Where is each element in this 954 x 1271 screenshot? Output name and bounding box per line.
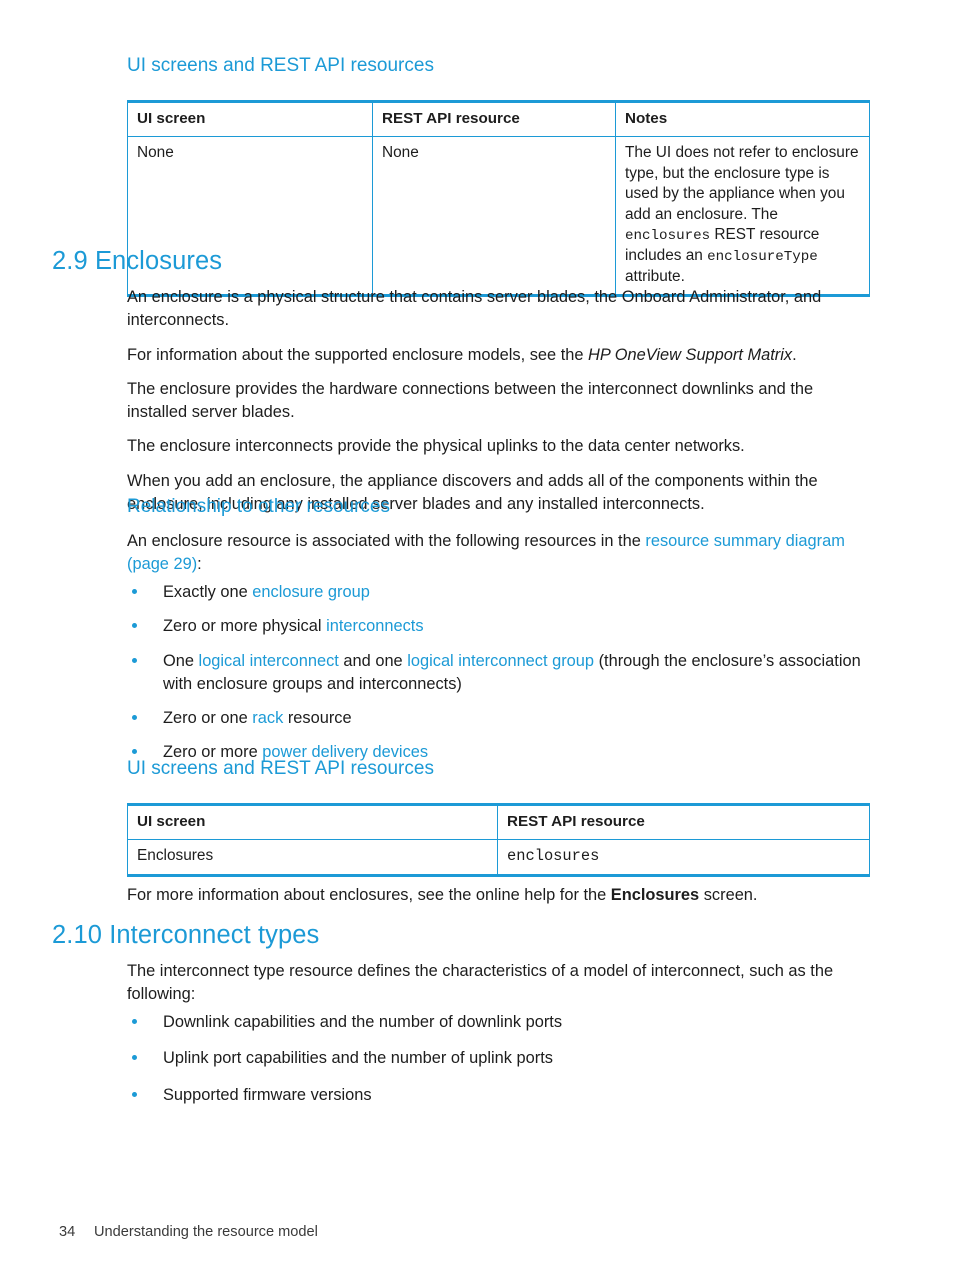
document-page: UI screens and REST API resources UI scr… [0,0,954,1271]
footer-chapter-title: Understanding the resource model [94,1224,318,1240]
table-row: Enclosures enclosures [127,839,870,876]
section-2-9-heading-block: 2.9 Enclosures [52,247,912,276]
support-matrix-pre: For information about the supported encl… [127,345,589,364]
bullet-text: Supported firmware versions [163,1085,372,1104]
bullet-icon [132,1055,137,1061]
link-interconnects[interactable]: interconnects [326,617,424,635]
link-logical-interconnect-group[interactable]: logical interconnect group [407,652,594,670]
relationship-intro-block: An enclosure resource is associated with… [127,530,875,577]
bullet-text-mid: and one [338,651,408,670]
bullet-icon [132,1019,137,1024]
section-heading-relationship: Relationship to other resources [127,496,390,517]
column-header-ui-screen: UI screen [127,804,498,841]
relationship-intro-pre: An enclosure resource is associated with… [127,532,646,550]
bullet-text-pre: One [163,651,199,670]
link-logical-interconnect[interactable]: logical interconnect [199,652,339,670]
list-item: Supported firmware versions [127,1084,887,1107]
section-heading-enclosures: 2.9 Enclosures [52,247,912,276]
bullet-icon [132,589,137,594]
bullet-text-pre: Zero or one [163,709,253,728]
section-2-9-body: An enclosure is a physical structure tha… [127,286,872,516]
bullet-icon [132,623,137,629]
interconnect-types-bullet-list: Downlink capabilities and the number of … [127,1011,887,1107]
column-header-ui-screen: UI screen [127,101,373,138]
column-header-rest-api-resource: REST API resource [372,101,616,138]
table-header-row: UI screen REST API resource Notes [127,101,870,138]
notes-code-enclosures: enclosures [625,228,711,245]
cell-ui-screen: Enclosures [127,839,498,876]
interconnect-types-bullet-list-wrapper: Downlink capabilities and the number of … [127,1011,887,1107]
list-item: Uplink port capabilities and the number … [127,1047,887,1070]
bullet-icon [132,1091,137,1097]
bullet-icon [132,657,137,663]
section-title: Interconnect types [109,921,320,949]
relationship-bullet-list-wrapper: Exactly one enclosure group Zero or more… [127,581,887,765]
paragraph-online-help: For more information about enclosures, s… [127,884,887,907]
section-heading-ui-rest-bottom: UI screens and REST API resources [127,758,434,779]
relationship-intro-post: : [197,555,202,574]
bullet-icon [132,715,137,721]
paragraph-interconnect-type-intro: The interconnect type resource defines t… [127,962,834,1004]
list-item: Zero or one rack resource [127,707,887,730]
list-item: Zero or more physical interconnects [127,615,887,638]
ui-rest-table-bottom-wrapper: UI screen REST API resource Enclosures e… [127,803,870,877]
list-item: One logical interconnect and one logical… [127,650,887,697]
closing-post: screen. [699,886,758,904]
bullet-text-pre: Exactly one [163,583,253,601]
ui-rest-table-bottom: UI screen REST API resource Enclosures e… [127,803,870,877]
section-2-10-heading-block: 2.10 Interconnect types [52,921,912,950]
closing-paragraph-block: For more information about enclosures, s… [127,884,887,907]
bullet-text: Uplink port capabilities and the number … [163,1049,553,1068]
bullet-text-post: resource [283,709,352,728]
link-rack[interactable]: rack [252,709,283,727]
list-item: Exactly one enclosure group [127,581,887,604]
list-item: Downlink capabilities and the number of … [127,1011,887,1034]
paragraph-enclosure-definition: An enclosure is a physical structure tha… [127,288,822,330]
table-header-row: UI screen REST API resource [127,804,870,841]
top-ui-rest-heading-block: UI screens and REST API resources [127,55,887,78]
link-enclosure-group[interactable]: enclosure group [252,583,370,601]
support-matrix-title: HP OneView Support Matrix [588,345,793,364]
notes-text-pre: The UI does not refer to enclosure type,… [625,144,859,223]
section-heading-interconnect-types: 2.10 Interconnect types [52,921,912,950]
bullet-icon [132,749,137,755]
relationship-heading-block: Relationship to other resources [127,496,887,519]
paragraph-physical-uplinks: The enclosure interconnects provide the … [127,437,745,456]
section-2-10-intro-block: The interconnect type resource defines t… [127,960,872,1007]
relationship-bullet-list: Exactly one enclosure group Zero or more… [127,581,887,765]
section-number: 2.9 [52,247,88,275]
bullet-text-pre: Zero or more physical [163,617,327,636]
paragraph-support-matrix: For information about the supported encl… [127,344,872,367]
column-header-rest-api-resource: REST API resource [497,804,870,841]
section-title: Enclosures [94,247,223,275]
cell-rest-api-resource: enclosures [497,839,870,876]
closing-pre: For more information about enclosures, s… [127,886,611,904]
ui-rest-heading-block-bottom: UI screens and REST API resources [127,758,887,781]
footer-page-number: 34 [59,1224,76,1240]
paragraph-hardware-connections: The enclosure provides the hardware conn… [127,379,814,422]
closing-bold-enclosures: Enclosures [610,886,700,904]
support-matrix-post: . [792,345,797,364]
paragraph-relationship-intro: An enclosure resource is associated with… [127,530,875,577]
bullet-text: Downlink capabilities and the number of … [163,1013,563,1031]
section-heading-ui-rest-top: UI screens and REST API resources [127,55,434,76]
section-number: 2.10 [52,921,103,949]
column-header-notes: Notes [615,101,870,138]
page-footer: 34 Understanding the resource model [59,1223,318,1242]
